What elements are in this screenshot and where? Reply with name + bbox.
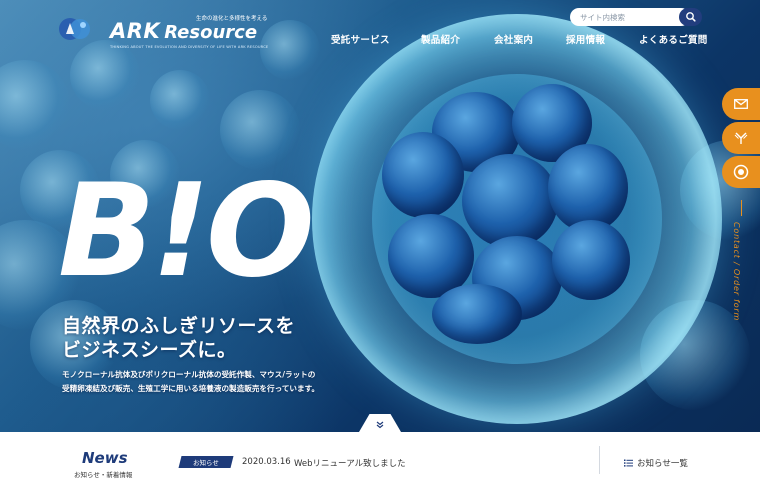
news-heading: News (82, 449, 128, 467)
news-divider (599, 446, 600, 474)
search-icon (686, 12, 696, 22)
nav-item-company[interactable]: 会社案内 (494, 32, 533, 46)
news-item-link[interactable]: Webリニューアル致しました (294, 457, 406, 469)
antibody-icon (734, 132, 748, 144)
desc-line-2: 受精卵凍結及び販売、生殖工学に用いる培養液の製造販売を行っています。 (62, 384, 320, 393)
news-badge-label: お知らせ (193, 459, 219, 467)
vertical-divider (741, 200, 742, 216)
side-tab-antibody[interactable] (722, 122, 760, 154)
nav-item-faq[interactable]: よくあるご質問 (639, 32, 708, 46)
news-date: 2020.03.16 (242, 457, 291, 467)
desc-line-1: モノクローナル抗体及びポリクローナル抗体の受託作製、マウス/ラットの (62, 370, 316, 379)
list-icon (624, 459, 633, 467)
search-input[interactable] (570, 8, 690, 26)
side-tab-group (722, 88, 760, 190)
nav-item-services[interactable]: 受託サービス (331, 32, 390, 46)
site-header: ARK Resource 生命の進化と多様性を考える THINKING ABOUT… (0, 0, 760, 60)
search-button[interactable] (679, 8, 702, 26)
background-cell (0, 60, 70, 150)
global-nav: 受託サービス 製品紹介 会社案内 採用情報 よくあるご質問 (0, 32, 760, 46)
cell-blastomere (462, 154, 558, 248)
nav-item-recruit[interactable]: 採用情報 (566, 32, 605, 46)
news-category-badge: お知らせ (178, 456, 234, 468)
logo-tagline: 生命の進化と多様性を考える (196, 16, 268, 22)
circle-target-icon (733, 164, 749, 180)
cell-blastomere (432, 284, 522, 344)
background-cell (150, 70, 210, 130)
news-all-link[interactable]: お知らせ一覧 (624, 457, 688, 469)
cell-blastomere (382, 132, 464, 218)
contact-order-link[interactable]: Contact / Order form (728, 200, 754, 322)
contact-order-text: Contact / Order form (732, 222, 741, 322)
catch-line-1: 自然界のふしぎリソースを (62, 315, 296, 337)
cell-illustration (312, 14, 722, 424)
double-chevron-down-icon (376, 421, 384, 429)
cell-blastomere (548, 144, 628, 232)
mail-icon (734, 99, 748, 109)
hero-headline: B!O (58, 157, 315, 306)
site-search (570, 8, 702, 26)
nav-item-products[interactable]: 製品紹介 (421, 32, 460, 46)
news-subheading: お知らせ・新着情報 (74, 471, 133, 479)
side-tab-target[interactable] (722, 156, 760, 188)
side-tab-mail[interactable] (722, 88, 760, 120)
hero-catchcopy: 自然界のふしぎリソースを ビジネスシーズに。 (62, 314, 295, 362)
hero-description: モノクローナル抗体及びポリクローナル抗体の受託作製、マウス/ラットの 受精卵凍結… (62, 368, 319, 396)
news-all-label: お知らせ一覧 (637, 459, 688, 469)
catch-line-2: ビジネスシーズに。 (62, 339, 237, 361)
cell-blastomere (552, 220, 630, 300)
